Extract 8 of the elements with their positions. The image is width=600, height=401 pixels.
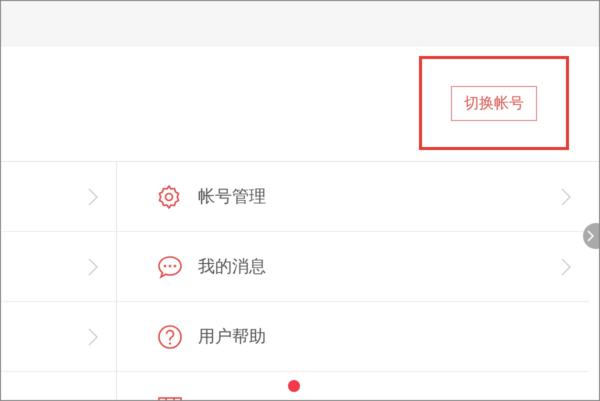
chat-bubble-icon: [157, 254, 183, 280]
menu-label: 我的消息: [198, 256, 266, 278]
question-mark-icon: [157, 324, 183, 350]
switch-account-button[interactable]: 切换帐号: [451, 86, 537, 120]
menu-label: 用户帮助: [198, 326, 266, 348]
menu-item[interactable]: 帐号管理: [117, 162, 589, 232]
menu-label: 帐号管理: [198, 186, 266, 208]
menu-item[interactable]: 用户帮助: [117, 302, 589, 372]
